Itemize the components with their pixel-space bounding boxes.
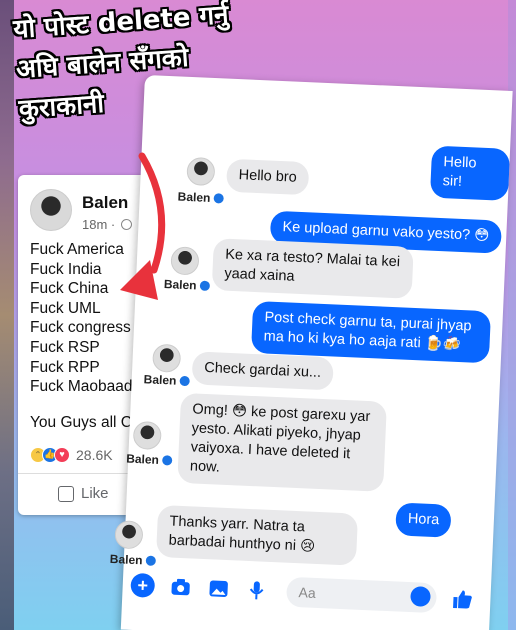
message-input-placeholder: Aa — [298, 584, 317, 601]
sender-name: Balen — [143, 372, 177, 388]
emoji-icon[interactable] — [410, 586, 431, 607]
verified-badge-icon — [161, 455, 173, 466]
message-incoming: Omg! 😳 ke post garexu yar yesto. Alikati… — [177, 392, 387, 492]
camera-icon[interactable] — [168, 575, 193, 600]
avatar — [114, 520, 144, 550]
sender-label: Balen — [177, 189, 224, 206]
verified-badge-icon — [213, 193, 224, 204]
verified-badge-icon — [199, 280, 210, 292]
mic-icon[interactable] — [244, 578, 269, 603]
message-outgoing: Hello sir! — [429, 145, 511, 201]
red-arrow-icon — [120, 152, 166, 300]
verified-badge-icon — [179, 375, 190, 387]
headline: यो पोस्ट delete गर्नु अघि बालेन सँगको कु… — [12, 0, 310, 130]
reaction-count: 28.6K — [76, 447, 113, 463]
message-incoming: Thanks yarr. Natra ta barbadai hunthyo n… — [155, 504, 359, 566]
verified-badge-icon — [145, 555, 156, 566]
message-input[interactable]: Aa — [285, 576, 438, 614]
sender-name: Balen — [177, 189, 211, 205]
post-line: Fuck Maobaadi — [30, 378, 136, 396]
sender-name: Balen — [125, 451, 160, 467]
message-outgoing: Post check garnu ta, purai jhyap ma ho k… — [250, 300, 492, 364]
avatar — [132, 420, 162, 451]
image-icon[interactable] — [206, 576, 231, 601]
message-incoming: Ke xa ra testo? Malai ta kei yaad xaina — [211, 238, 414, 299]
message-composer: + Aa — [122, 565, 491, 621]
avatar — [186, 156, 216, 187]
post-line: Fuck congress — [30, 319, 131, 337]
photo-edge-left — [0, 0, 14, 630]
love-reaction-icon: ♥ — [54, 447, 70, 463]
avatar — [152, 343, 182, 373]
message-incoming: Check gardai xu... — [191, 351, 334, 391]
sender-label: Balen — [143, 372, 190, 388]
post-line: Fuck RSP — [30, 338, 100, 356]
reaction-summary[interactable]: ᵔ 👍 ♥ 28.6K — [30, 447, 113, 463]
post-closing: You Guys all Cor — [30, 414, 146, 431]
thumbs-up-icon[interactable] — [450, 587, 475, 612]
plus-icon[interactable]: + — [130, 572, 156, 598]
sender-label: Balen — [125, 451, 173, 468]
post-line: Fuck RPP — [30, 358, 100, 376]
like-label: Like — [81, 485, 109, 502]
message-outgoing: Hora — [395, 502, 452, 538]
thumbs-up-outline-icon — [58, 485, 74, 502]
like-button[interactable]: Like — [58, 485, 109, 502]
avatar[interactable] — [30, 189, 72, 231]
message-incoming: Hello bro — [225, 158, 310, 196]
